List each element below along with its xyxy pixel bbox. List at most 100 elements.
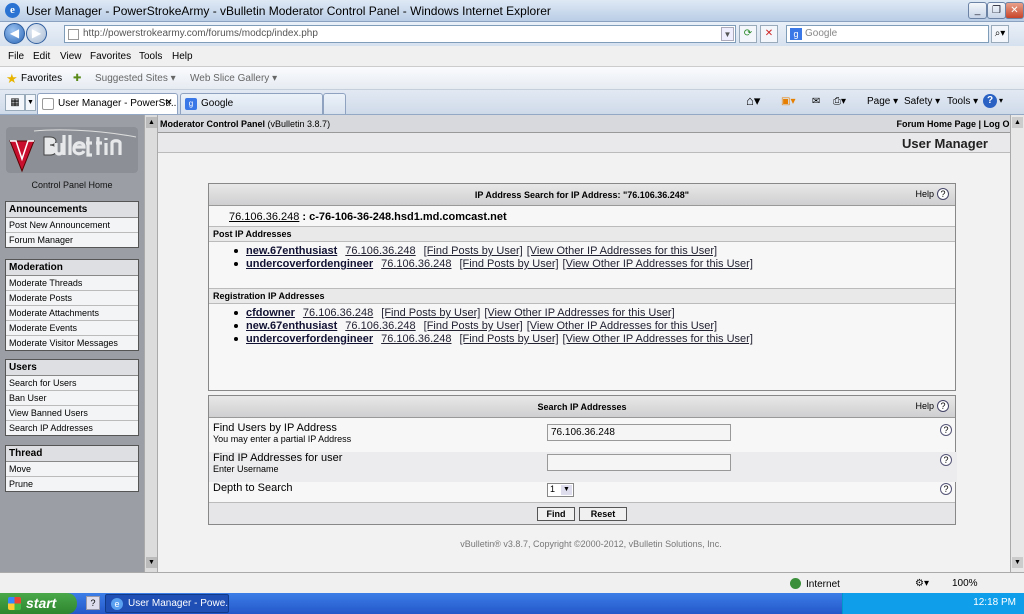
view-other-ips-link[interactable]: [View Other IP Addresses for this User] bbox=[527, 245, 717, 257]
help-icon[interactable]: ? bbox=[86, 596, 100, 610]
page-menu[interactable]: Page ▾ bbox=[867, 96, 898, 107]
sidebar-item-search-ip-addresses[interactable]: Search IP Addresses bbox=[6, 421, 138, 435]
ip-link[interactable]: 76.106.36.248 bbox=[381, 258, 451, 270]
help-dropdown-icon[interactable]: ▾ bbox=[999, 96, 1003, 105]
help-icon[interactable]: ? bbox=[940, 483, 952, 495]
close-tab-icon[interactable]: ✕ bbox=[165, 97, 173, 108]
ip-link[interactable]: 76.106.36.248 bbox=[345, 320, 415, 332]
help-icon[interactable]: ? bbox=[983, 94, 997, 108]
sidebar-group-title[interactable]: Users bbox=[6, 360, 138, 376]
view-other-ips-link[interactable]: [View Other IP Addresses for this User] bbox=[484, 307, 674, 319]
print-icon[interactable]: ⎙▾ bbox=[833, 96, 846, 107]
menu-help[interactable]: Help bbox=[172, 51, 193, 62]
sidebar-item-prune[interactable]: Prune bbox=[6, 477, 138, 491]
find-button[interactable]: Find bbox=[537, 507, 575, 521]
new-tab-button[interactable] bbox=[323, 93, 346, 114]
back-button[interactable]: ◀ bbox=[4, 23, 25, 44]
protected-mode-icon[interactable]: ⚙▾ bbox=[915, 578, 929, 589]
find-posts-link[interactable]: [Find Posts by User] bbox=[460, 258, 559, 270]
scroll-up-icon[interactable]: ▲ bbox=[146, 117, 157, 128]
favorites-button[interactable]: Favorites bbox=[21, 73, 62, 84]
close-window-button[interactable]: ✕ bbox=[1005, 2, 1024, 19]
tab-google[interactable]: g Google bbox=[180, 93, 323, 114]
control-panel-home-link[interactable]: Control Panel Home bbox=[0, 180, 144, 190]
menu-tools[interactable]: Tools bbox=[139, 51, 162, 62]
ip-link[interactable]: 76.106.36.248 bbox=[345, 245, 415, 257]
search-input[interactable]: g Google bbox=[786, 25, 989, 43]
maximize-button[interactable]: ❐ bbox=[987, 2, 1006, 19]
minimize-button[interactable]: _ bbox=[968, 2, 987, 19]
find-posts-link[interactable]: [Find Posts by User] bbox=[424, 245, 523, 257]
sidebar-group-title[interactable]: Moderation bbox=[6, 260, 138, 276]
url-dropdown-button[interactable]: ▼ bbox=[721, 27, 734, 41]
sidebar-item-moderate-attachments[interactable]: Moderate Attachments bbox=[6, 306, 138, 321]
zoom-level[interactable]: 100% bbox=[952, 578, 978, 589]
help-icon[interactable]: ? bbox=[937, 188, 949, 200]
username-input[interactable] bbox=[547, 454, 731, 471]
sidebar-item-view-banned-users[interactable]: View Banned Users bbox=[6, 406, 138, 421]
help-icon[interactable]: ? bbox=[940, 424, 952, 436]
menu-favorites[interactable]: Favorites bbox=[90, 51, 131, 62]
sidebar-group-users: Users Search for Users Ban User View Ban… bbox=[5, 359, 139, 436]
menu-edit[interactable]: Edit bbox=[33, 51, 50, 62]
username-link[interactable]: cfdowner bbox=[246, 307, 295, 319]
tab-list-button[interactable]: ▼ bbox=[25, 94, 36, 111]
ip-address-input[interactable]: 76.106.36.248 bbox=[547, 424, 731, 441]
scroll-up-icon[interactable]: ▲ bbox=[1012, 117, 1023, 128]
sidebar-item-move[interactable]: Move bbox=[6, 462, 138, 477]
depth-select[interactable]: 1 ▼ bbox=[547, 483, 574, 497]
help-link[interactable]: Help? bbox=[915, 400, 949, 412]
username-link[interactable]: new.67enthusiast bbox=[246, 245, 337, 257]
forward-button[interactable]: ▶ bbox=[26, 23, 47, 44]
start-button[interactable]: start bbox=[0, 593, 77, 614]
sidebar-item-search-for-users[interactable]: Search for Users bbox=[6, 376, 138, 391]
sidebar-item-forum-manager[interactable]: Forum Manager bbox=[6, 233, 138, 247]
sidebar-item-moderate-posts[interactable]: Moderate Posts bbox=[6, 291, 138, 306]
suggested-sites-link[interactable]: Suggested Sites ▾ bbox=[95, 73, 176, 84]
menu-file[interactable]: File bbox=[8, 51, 24, 62]
sidebar-item-ban-user[interactable]: Ban User bbox=[6, 391, 138, 406]
menu-view[interactable]: View bbox=[60, 51, 82, 62]
help-link[interactable]: Help? bbox=[915, 188, 949, 200]
username-link[interactable]: new.67enthusiast bbox=[246, 320, 337, 332]
sidebar-group-title[interactable]: Thread bbox=[6, 446, 138, 462]
sidebar-item-moderate-visitor-messages[interactable]: Moderate Visitor Messages bbox=[6, 336, 138, 350]
sidebar-group-title[interactable]: Announcements bbox=[6, 202, 138, 218]
ip-link[interactable]: 76.106.36.248 bbox=[381, 333, 451, 345]
reset-button[interactable]: Reset bbox=[579, 507, 627, 521]
username-link[interactable]: undercoverfordengineer bbox=[246, 333, 373, 345]
help-icon[interactable]: ? bbox=[940, 454, 952, 466]
find-posts-link[interactable]: [Find Posts by User] bbox=[381, 307, 480, 319]
tab-user-manager[interactable]: User Manager - PowerStr... bbox=[37, 93, 178, 114]
stop-button[interactable]: ✕ bbox=[760, 25, 778, 43]
ip-link[interactable]: 76.106.36.248 bbox=[229, 211, 299, 223]
find-posts-link[interactable]: [Find Posts by User] bbox=[424, 320, 523, 332]
help-icon[interactable]: ? bbox=[937, 400, 949, 412]
sidebar-item-moderate-events[interactable]: Moderate Events bbox=[6, 321, 138, 336]
read-mail-icon[interactable]: ✉ bbox=[812, 96, 820, 107]
web-slice-gallery-link[interactable]: Web Slice Gallery ▾ bbox=[190, 73, 277, 84]
tools-menu[interactable]: Tools ▾ bbox=[947, 96, 978, 107]
sidebar-item-moderate-threads[interactable]: Moderate Threads bbox=[6, 276, 138, 291]
scroll-down-icon[interactable]: ▼ bbox=[1012, 557, 1023, 568]
safety-menu[interactable]: Safety ▾ bbox=[904, 96, 940, 107]
view-other-ips-link[interactable]: [View Other IP Addresses for this User] bbox=[527, 320, 717, 332]
username-link[interactable]: undercoverfordengineer bbox=[246, 258, 373, 270]
page-scrollbar[interactable]: ▲ ▼ bbox=[1010, 115, 1024, 572]
sidebar-item-post-new-announcement[interactable]: Post New Announcement bbox=[6, 218, 138, 233]
view-other-ips-link[interactable]: [View Other IP Addresses for this User] bbox=[563, 258, 753, 270]
view-other-ips-link[interactable]: [View Other IP Addresses for this User] bbox=[563, 333, 753, 345]
url-field[interactable]: http://powerstrokearmy.com/forums/modcp/… bbox=[64, 25, 736, 43]
scroll-down-icon[interactable]: ▼ bbox=[146, 557, 157, 568]
sidebar-scrollbar[interactable]: ▲ ▼ bbox=[144, 115, 158, 572]
search-go-button[interactable]: ⌕▾ bbox=[991, 25, 1009, 43]
taskbar-ie-window[interactable]: e User Manager - Powe... bbox=[105, 594, 229, 613]
feeds-icon[interactable]: ▣▾ bbox=[781, 96, 795, 107]
refresh-button[interactable]: ⟳ bbox=[739, 25, 757, 43]
home-icon[interactable]: ⌂▾ bbox=[746, 93, 760, 109]
quick-tabs-icon[interactable]: ▦ bbox=[5, 94, 25, 111]
find-posts-link[interactable]: [Find Posts by User] bbox=[460, 333, 559, 345]
ip-link[interactable]: 76.106.36.248 bbox=[303, 307, 373, 319]
header-links[interactable]: Forum Home Page | Log Out bbox=[896, 119, 1018, 129]
add-favorite-icon[interactable]: ✚ bbox=[73, 73, 81, 84]
